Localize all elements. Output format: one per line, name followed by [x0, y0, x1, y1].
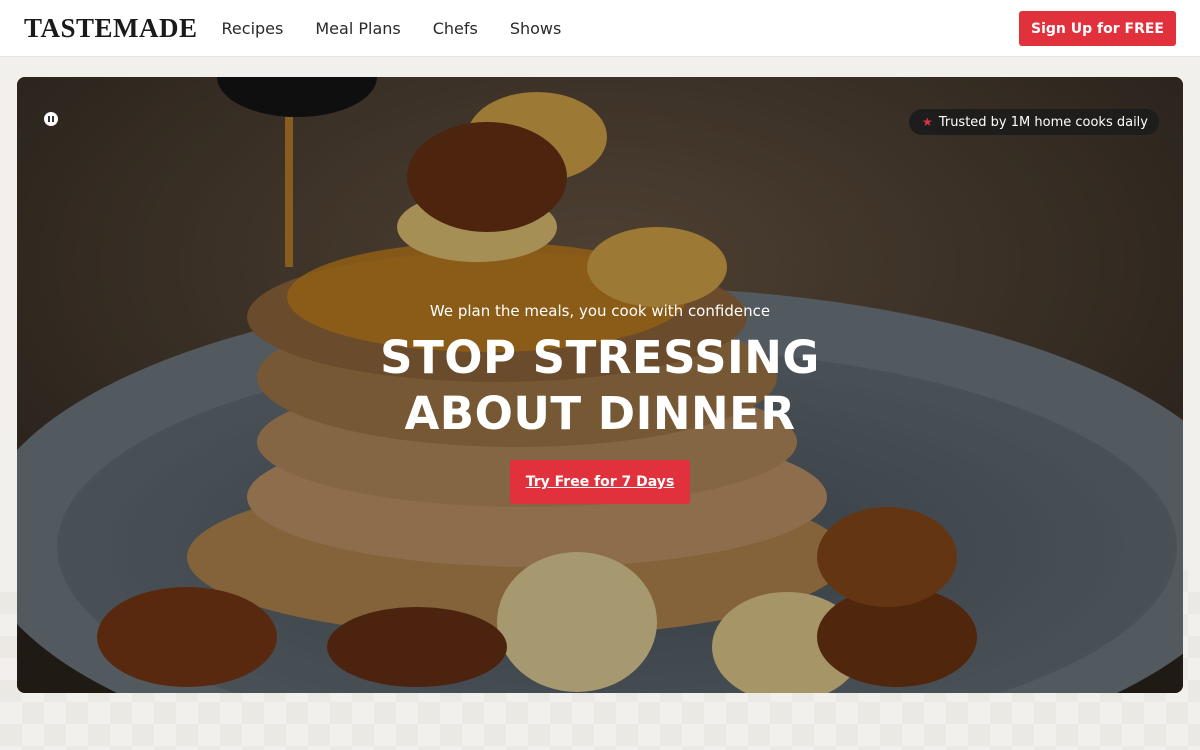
pause-icon[interactable] [44, 112, 58, 126]
hero-headline: STOP STRESSING ABOUT DINNER [17, 330, 1183, 442]
site-header: TASTEMADE Recipes Meal Plans Chefs Shows… [0, 0, 1200, 57]
trust-badge: ★ Trusted by 1M home cooks daily [909, 109, 1159, 135]
nav-shows[interactable]: Shows [510, 19, 562, 38]
hero-banner: ★ Trusted by 1M home cooks daily We plan… [17, 77, 1183, 693]
nav-meal-plans[interactable]: Meal Plans [315, 19, 400, 38]
tastemade-logo[interactable]: TASTEMADE [24, 13, 198, 44]
nav-recipes[interactable]: Recipes [222, 19, 284, 38]
main-nav: Recipes Meal Plans Chefs Shows [222, 19, 562, 38]
trust-badge-text: Trusted by 1M home cooks daily [938, 114, 1148, 130]
try-free-button[interactable]: Try Free for 7 Days [509, 460, 691, 504]
headline-line-1: STOP STRESSING [380, 331, 820, 384]
star-icon: ★ [922, 115, 933, 129]
nav-chefs[interactable]: Chefs [433, 19, 478, 38]
headline-line-2: ABOUT DINNER [404, 387, 796, 440]
signup-button[interactable]: Sign Up for FREE [1019, 11, 1176, 46]
hero-content: We plan the meals, you cook with confide… [17, 302, 1183, 504]
hero-tagline: We plan the meals, you cook with confide… [429, 302, 771, 320]
